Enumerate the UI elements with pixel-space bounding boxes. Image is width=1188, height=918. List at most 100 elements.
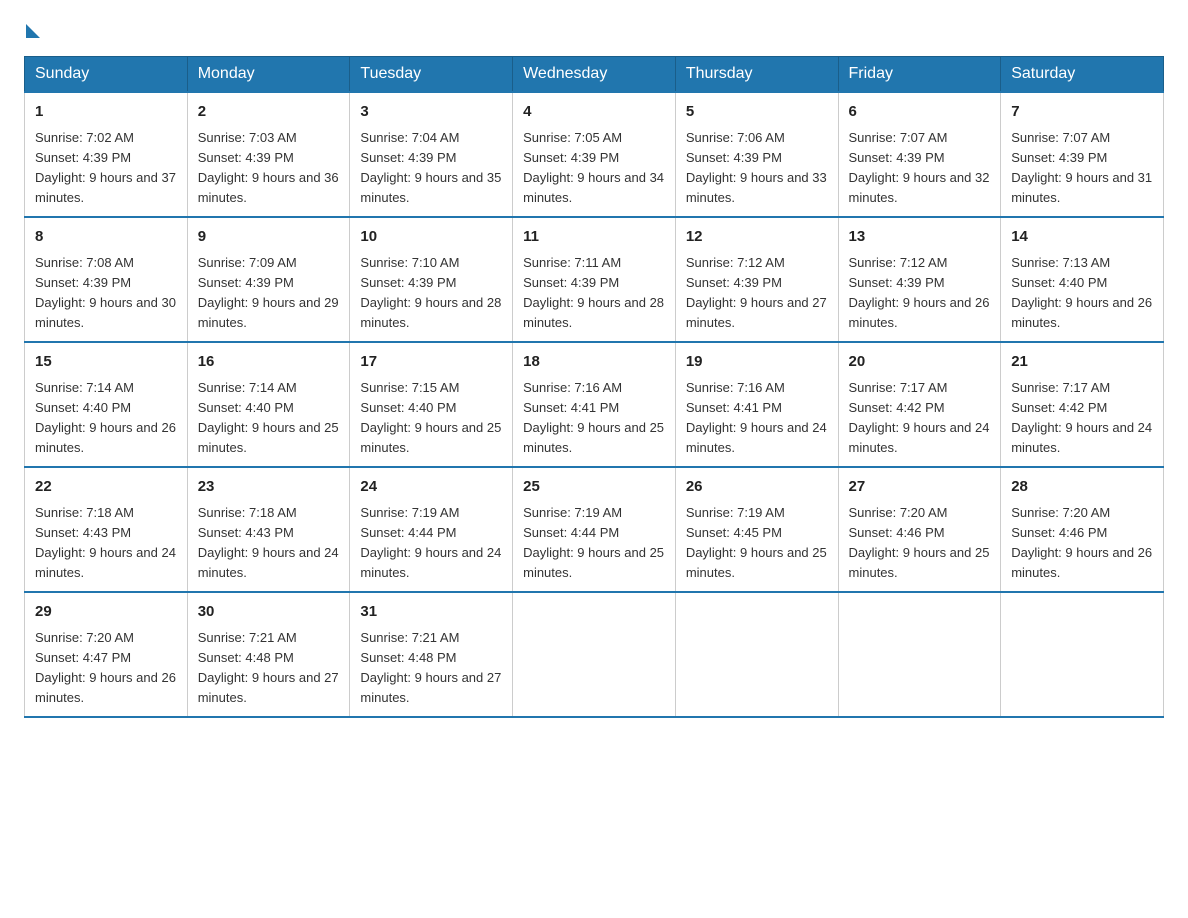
day-info: Sunrise: 7:17 AMSunset: 4:42 PMDaylight:… bbox=[1011, 380, 1152, 455]
calendar-cell: 21 Sunrise: 7:17 AMSunset: 4:42 PMDaylig… bbox=[1001, 342, 1164, 467]
logo bbox=[24, 24, 40, 40]
calendar-cell bbox=[513, 592, 676, 717]
calendar-cell: 18 Sunrise: 7:16 AMSunset: 4:41 PMDaylig… bbox=[513, 342, 676, 467]
day-info: Sunrise: 7:04 AMSunset: 4:39 PMDaylight:… bbox=[360, 130, 501, 205]
header-saturday: Saturday bbox=[1001, 57, 1164, 93]
day-number: 25 bbox=[523, 476, 665, 499]
day-info: Sunrise: 7:21 AMSunset: 4:48 PMDaylight:… bbox=[360, 630, 501, 705]
day-info: Sunrise: 7:07 AMSunset: 4:39 PMDaylight:… bbox=[849, 130, 990, 205]
day-info: Sunrise: 7:03 AMSunset: 4:39 PMDaylight:… bbox=[198, 130, 339, 205]
day-info: Sunrise: 7:19 AMSunset: 4:44 PMDaylight:… bbox=[523, 505, 664, 580]
calendar-cell: 12 Sunrise: 7:12 AMSunset: 4:39 PMDaylig… bbox=[675, 217, 838, 342]
calendar-cell: 3 Sunrise: 7:04 AMSunset: 4:39 PMDayligh… bbox=[350, 92, 513, 217]
day-info: Sunrise: 7:21 AMSunset: 4:48 PMDaylight:… bbox=[198, 630, 339, 705]
day-info: Sunrise: 7:20 AMSunset: 4:46 PMDaylight:… bbox=[1011, 505, 1152, 580]
day-number: 6 bbox=[849, 101, 991, 124]
calendar-cell: 13 Sunrise: 7:12 AMSunset: 4:39 PMDaylig… bbox=[838, 217, 1001, 342]
day-number: 27 bbox=[849, 476, 991, 499]
calendar-header-row: SundayMondayTuesdayWednesdayThursdayFrid… bbox=[25, 57, 1164, 93]
logo-arrow-icon bbox=[26, 24, 40, 38]
day-info: Sunrise: 7:20 AMSunset: 4:47 PMDaylight:… bbox=[35, 630, 176, 705]
calendar-cell: 31 Sunrise: 7:21 AMSunset: 4:48 PMDaylig… bbox=[350, 592, 513, 717]
calendar-cell: 7 Sunrise: 7:07 AMSunset: 4:39 PMDayligh… bbox=[1001, 92, 1164, 217]
header-friday: Friday bbox=[838, 57, 1001, 93]
day-number: 29 bbox=[35, 601, 177, 624]
day-info: Sunrise: 7:07 AMSunset: 4:39 PMDaylight:… bbox=[1011, 130, 1152, 205]
calendar-cell: 16 Sunrise: 7:14 AMSunset: 4:40 PMDaylig… bbox=[187, 342, 350, 467]
day-number: 14 bbox=[1011, 226, 1153, 249]
day-number: 3 bbox=[360, 101, 502, 124]
day-number: 24 bbox=[360, 476, 502, 499]
calendar-cell: 28 Sunrise: 7:20 AMSunset: 4:46 PMDaylig… bbox=[1001, 467, 1164, 592]
day-info: Sunrise: 7:18 AMSunset: 4:43 PMDaylight:… bbox=[198, 505, 339, 580]
calendar-cell: 14 Sunrise: 7:13 AMSunset: 4:40 PMDaylig… bbox=[1001, 217, 1164, 342]
calendar-cell: 30 Sunrise: 7:21 AMSunset: 4:48 PMDaylig… bbox=[187, 592, 350, 717]
day-number: 8 bbox=[35, 226, 177, 249]
calendar-cell: 2 Sunrise: 7:03 AMSunset: 4:39 PMDayligh… bbox=[187, 92, 350, 217]
calendar-week-row: 29 Sunrise: 7:20 AMSunset: 4:47 PMDaylig… bbox=[25, 592, 1164, 717]
header-monday: Monday bbox=[187, 57, 350, 93]
calendar-cell: 9 Sunrise: 7:09 AMSunset: 4:39 PMDayligh… bbox=[187, 217, 350, 342]
day-number: 28 bbox=[1011, 476, 1153, 499]
calendar-cell: 11 Sunrise: 7:11 AMSunset: 4:39 PMDaylig… bbox=[513, 217, 676, 342]
calendar-week-row: 8 Sunrise: 7:08 AMSunset: 4:39 PMDayligh… bbox=[25, 217, 1164, 342]
calendar-week-row: 1 Sunrise: 7:02 AMSunset: 4:39 PMDayligh… bbox=[25, 92, 1164, 217]
calendar-cell: 10 Sunrise: 7:10 AMSunset: 4:39 PMDaylig… bbox=[350, 217, 513, 342]
day-number: 30 bbox=[198, 601, 340, 624]
calendar-cell bbox=[675, 592, 838, 717]
day-number: 20 bbox=[849, 351, 991, 374]
day-number: 15 bbox=[35, 351, 177, 374]
day-number: 17 bbox=[360, 351, 502, 374]
day-number: 21 bbox=[1011, 351, 1153, 374]
day-info: Sunrise: 7:14 AMSunset: 4:40 PMDaylight:… bbox=[198, 380, 339, 455]
day-number: 9 bbox=[198, 226, 340, 249]
day-info: Sunrise: 7:12 AMSunset: 4:39 PMDaylight:… bbox=[686, 255, 827, 330]
day-number: 12 bbox=[686, 226, 828, 249]
day-info: Sunrise: 7:09 AMSunset: 4:39 PMDaylight:… bbox=[198, 255, 339, 330]
day-info: Sunrise: 7:17 AMSunset: 4:42 PMDaylight:… bbox=[849, 380, 990, 455]
calendar-cell: 8 Sunrise: 7:08 AMSunset: 4:39 PMDayligh… bbox=[25, 217, 188, 342]
page-header bbox=[24, 24, 1164, 40]
calendar-cell: 17 Sunrise: 7:15 AMSunset: 4:40 PMDaylig… bbox=[350, 342, 513, 467]
day-info: Sunrise: 7:14 AMSunset: 4:40 PMDaylight:… bbox=[35, 380, 176, 455]
calendar-cell: 4 Sunrise: 7:05 AMSunset: 4:39 PMDayligh… bbox=[513, 92, 676, 217]
day-number: 31 bbox=[360, 601, 502, 624]
day-info: Sunrise: 7:08 AMSunset: 4:39 PMDaylight:… bbox=[35, 255, 176, 330]
day-info: Sunrise: 7:20 AMSunset: 4:46 PMDaylight:… bbox=[849, 505, 990, 580]
calendar-cell: 5 Sunrise: 7:06 AMSunset: 4:39 PMDayligh… bbox=[675, 92, 838, 217]
calendar-cell bbox=[838, 592, 1001, 717]
day-info: Sunrise: 7:12 AMSunset: 4:39 PMDaylight:… bbox=[849, 255, 990, 330]
day-info: Sunrise: 7:16 AMSunset: 4:41 PMDaylight:… bbox=[523, 380, 664, 455]
day-number: 1 bbox=[35, 101, 177, 124]
day-number: 19 bbox=[686, 351, 828, 374]
header-thursday: Thursday bbox=[675, 57, 838, 93]
calendar-cell: 22 Sunrise: 7:18 AMSunset: 4:43 PMDaylig… bbox=[25, 467, 188, 592]
header-wednesday: Wednesday bbox=[513, 57, 676, 93]
day-info: Sunrise: 7:19 AMSunset: 4:44 PMDaylight:… bbox=[360, 505, 501, 580]
day-number: 2 bbox=[198, 101, 340, 124]
day-info: Sunrise: 7:06 AMSunset: 4:39 PMDaylight:… bbox=[686, 130, 827, 205]
day-info: Sunrise: 7:13 AMSunset: 4:40 PMDaylight:… bbox=[1011, 255, 1152, 330]
day-number: 26 bbox=[686, 476, 828, 499]
calendar-cell: 24 Sunrise: 7:19 AMSunset: 4:44 PMDaylig… bbox=[350, 467, 513, 592]
calendar-table: SundayMondayTuesdayWednesdayThursdayFrid… bbox=[24, 56, 1164, 718]
day-number: 22 bbox=[35, 476, 177, 499]
day-info: Sunrise: 7:15 AMSunset: 4:40 PMDaylight:… bbox=[360, 380, 501, 455]
day-number: 18 bbox=[523, 351, 665, 374]
day-info: Sunrise: 7:05 AMSunset: 4:39 PMDaylight:… bbox=[523, 130, 664, 205]
day-info: Sunrise: 7:18 AMSunset: 4:43 PMDaylight:… bbox=[35, 505, 176, 580]
day-number: 7 bbox=[1011, 101, 1153, 124]
day-info: Sunrise: 7:10 AMSunset: 4:39 PMDaylight:… bbox=[360, 255, 501, 330]
day-number: 10 bbox=[360, 226, 502, 249]
calendar-week-row: 15 Sunrise: 7:14 AMSunset: 4:40 PMDaylig… bbox=[25, 342, 1164, 467]
day-number: 11 bbox=[523, 226, 665, 249]
calendar-cell: 1 Sunrise: 7:02 AMSunset: 4:39 PMDayligh… bbox=[25, 92, 188, 217]
calendar-cell: 23 Sunrise: 7:18 AMSunset: 4:43 PMDaylig… bbox=[187, 467, 350, 592]
day-number: 23 bbox=[198, 476, 340, 499]
day-info: Sunrise: 7:16 AMSunset: 4:41 PMDaylight:… bbox=[686, 380, 827, 455]
day-number: 13 bbox=[849, 226, 991, 249]
calendar-week-row: 22 Sunrise: 7:18 AMSunset: 4:43 PMDaylig… bbox=[25, 467, 1164, 592]
calendar-cell: 26 Sunrise: 7:19 AMSunset: 4:45 PMDaylig… bbox=[675, 467, 838, 592]
day-info: Sunrise: 7:11 AMSunset: 4:39 PMDaylight:… bbox=[523, 255, 664, 330]
day-info: Sunrise: 7:02 AMSunset: 4:39 PMDaylight:… bbox=[35, 130, 176, 205]
